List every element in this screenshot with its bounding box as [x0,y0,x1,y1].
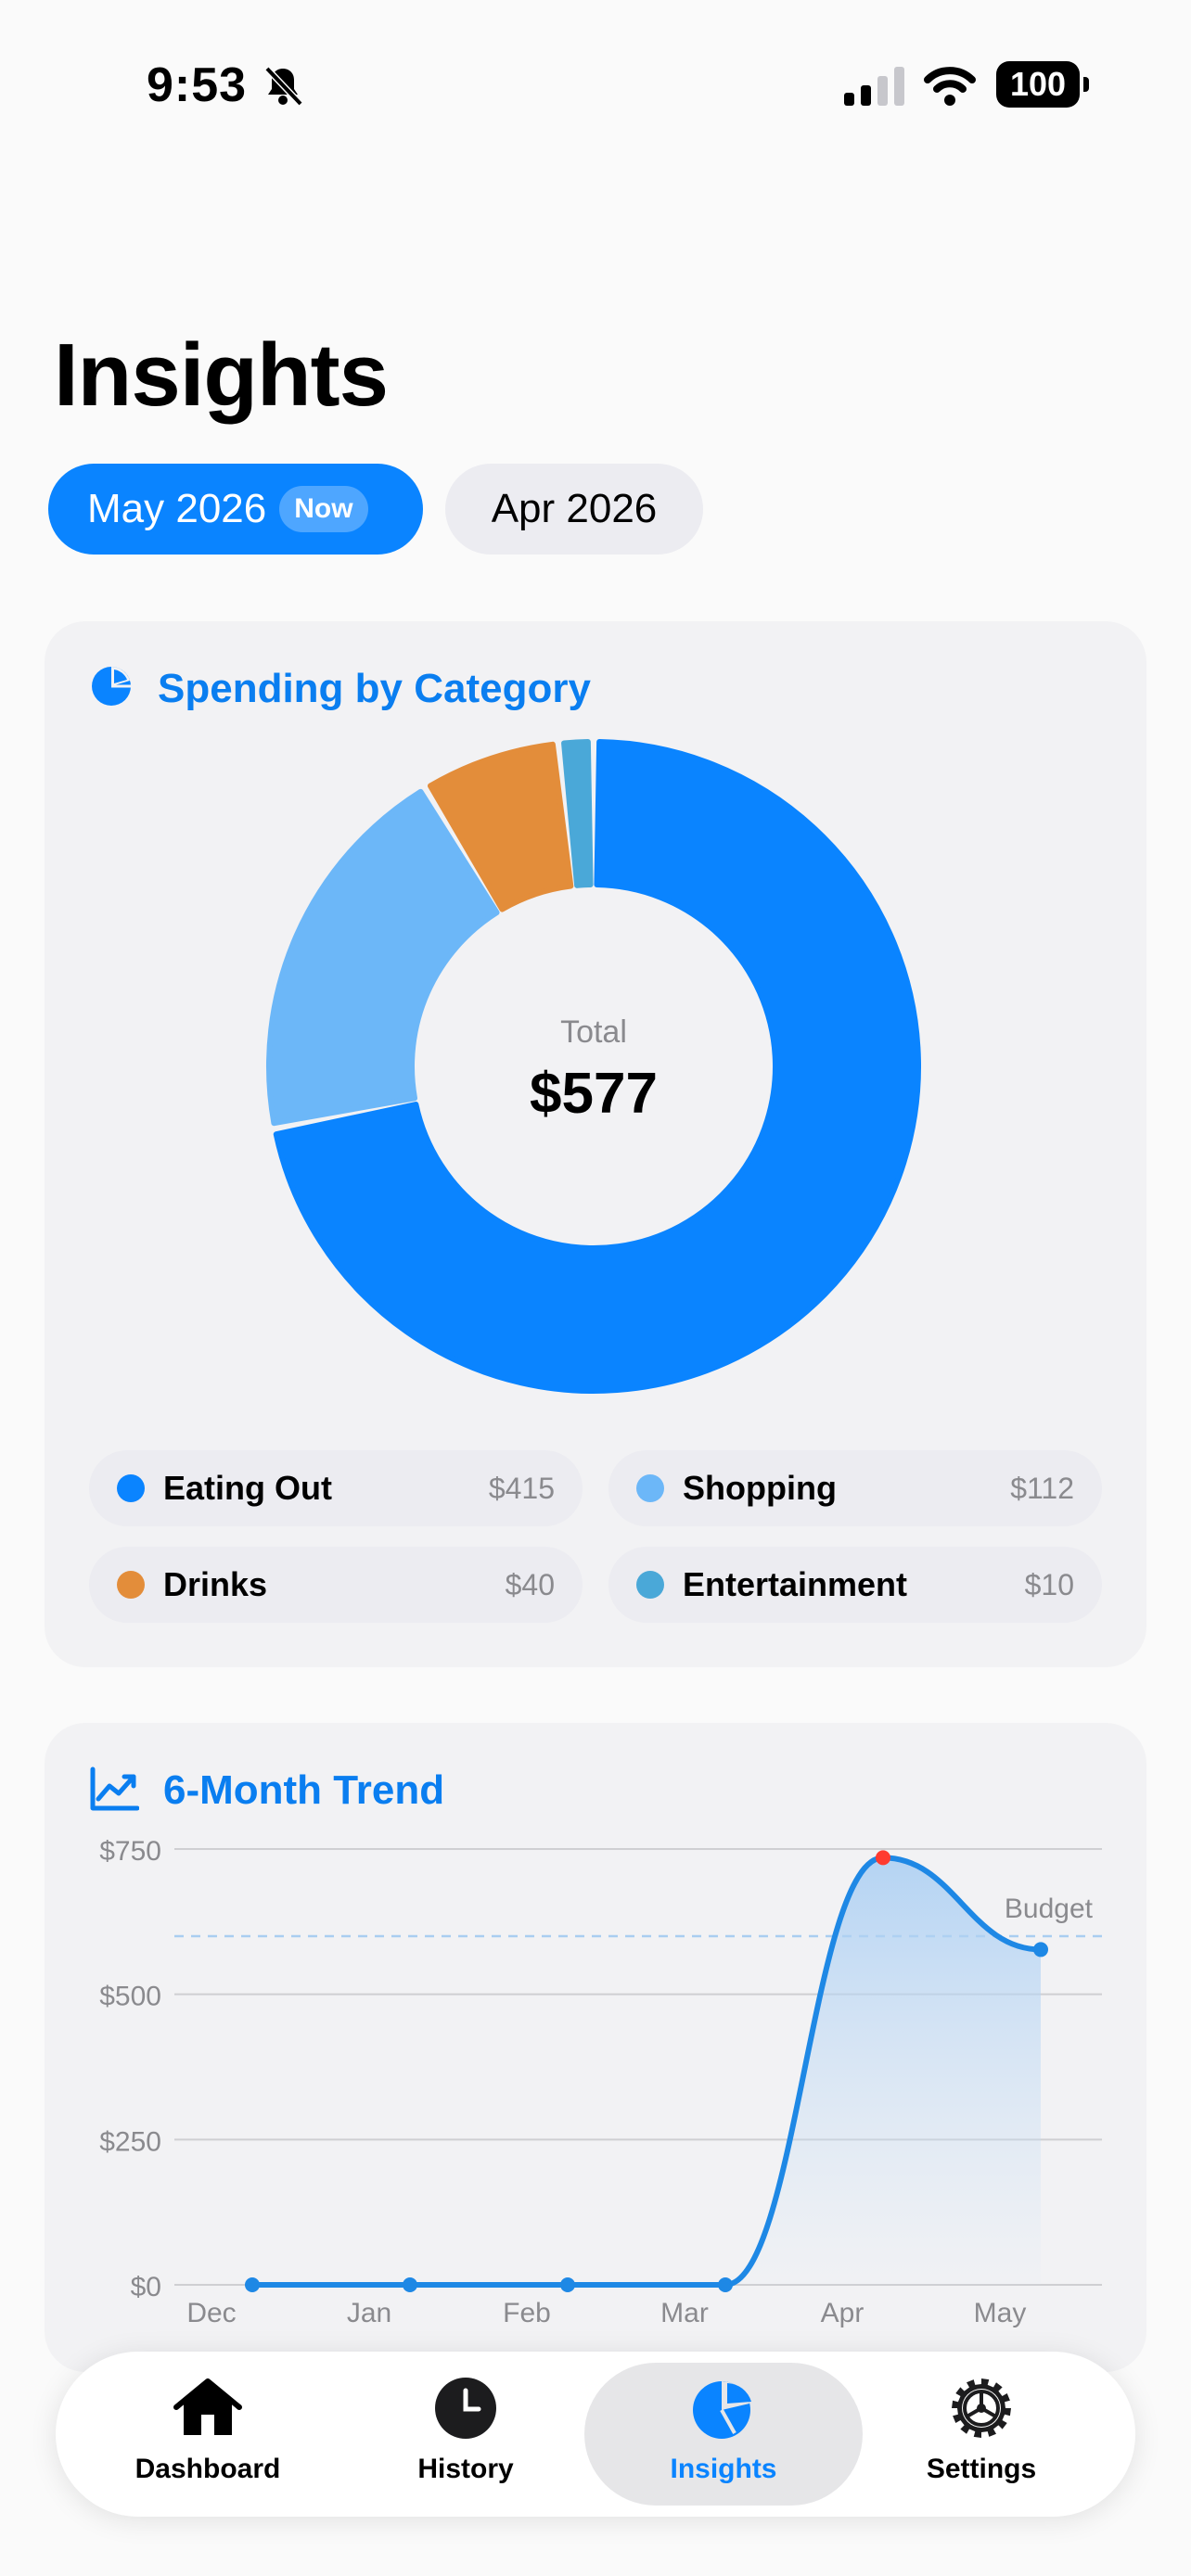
month-pill-label: May 2026 [87,486,267,531]
month-pill-current[interactable]: May 2026 Now [48,464,423,555]
legend-name: Eating Out [163,1469,332,1507]
legend-item-shopping[interactable]: Shopping $112 [608,1450,1102,1526]
tab-insights[interactable]: Insights [584,2363,863,2506]
bell-slash-icon [264,66,303,107]
x-tick-label: Dec [186,2298,236,2328]
trend-area [252,1857,1041,2285]
gear-icon [952,2378,1011,2438]
donut-total-label: Total [560,1014,627,1050]
tab-label: Dashboard [134,2454,281,2484]
legend-amount: $40 [505,1567,555,1601]
y-tick-label: $250 [99,2126,161,2157]
legend-amount: $112 [1010,1471,1074,1505]
x-tick-label: May [974,2298,1027,2328]
trend-point-mar[interactable] [718,2277,733,2292]
trend-point-jan[interactable] [403,2277,417,2292]
x-tick-label: Feb [503,2298,551,2328]
status-time: 9:53 [147,58,248,112]
now-badge: Now [279,486,368,532]
month-pill-previous[interactable]: Apr 2026 [445,464,703,555]
tab-label: History [417,2454,514,2484]
legend-item-drinks[interactable]: Drinks $40 [89,1547,583,1623]
budget-label: Budget [1005,1894,1094,1924]
tab-history[interactable]: History [327,2363,605,2506]
legend-dot [117,1474,145,1502]
x-tick-label: Mar [660,2298,709,2328]
legend-dot [636,1571,664,1599]
tab-dashboard[interactable]: Dashboard [69,2363,347,2506]
legend-name: Shopping [683,1469,837,1507]
trend-point-apr[interactable] [876,1850,890,1866]
x-tick-label: Jan [347,2298,391,2328]
trend-card-title: 6-Month Trend [163,1767,445,1813]
clock-icon [435,2378,496,2439]
page-title: Insights [54,325,389,425]
tab-label: Insights [670,2454,777,2484]
trend-point-feb[interactable] [560,2277,575,2292]
trend-point-dec[interactable] [245,2277,260,2292]
legend-dot [636,1474,664,1502]
battery-indicator: 100 [996,61,1089,108]
trend-area-chart[interactable]: $0 $250 $500 $750 Budget Dec Jan Feb Mar Apr May [82,1817,1121,2337]
y-tick-label: $0 [131,2272,161,2302]
donut-total-value: $577 [530,1062,658,1126]
legend-item-eating-out[interactable]: Eating Out $415 [89,1450,583,1526]
tab-label: Settings [926,2454,1037,2484]
trend-point-may[interactable] [1033,1942,1048,1958]
tab-settings[interactable]: Settings [842,2363,1121,2506]
legend-name: Drinks [163,1565,268,1603]
legend-item-entertainment[interactable]: Entertainment $10 [608,1547,1102,1623]
legend-dot [117,1571,145,1599]
wifi-icon [924,67,976,106]
month-pill-label: Apr 2026 [491,486,658,531]
chart-pie-icon [92,667,131,706]
legend-name: Entertainment [683,1565,908,1603]
chart-pie-icon [693,2381,751,2439]
x-tick-label: Apr [821,2298,864,2328]
legend-amount: $10 [1024,1567,1074,1601]
spending-card-title: Spending by Category [158,666,591,711]
y-tick-label: $750 [99,1836,161,1867]
y-tick-label: $500 [99,1982,161,2012]
chart-line-uptrend-icon [90,1766,139,1811]
cellular-signal-icon [844,67,904,106]
house-icon [173,2378,242,2435]
legend-amount: $415 [488,1471,555,1505]
